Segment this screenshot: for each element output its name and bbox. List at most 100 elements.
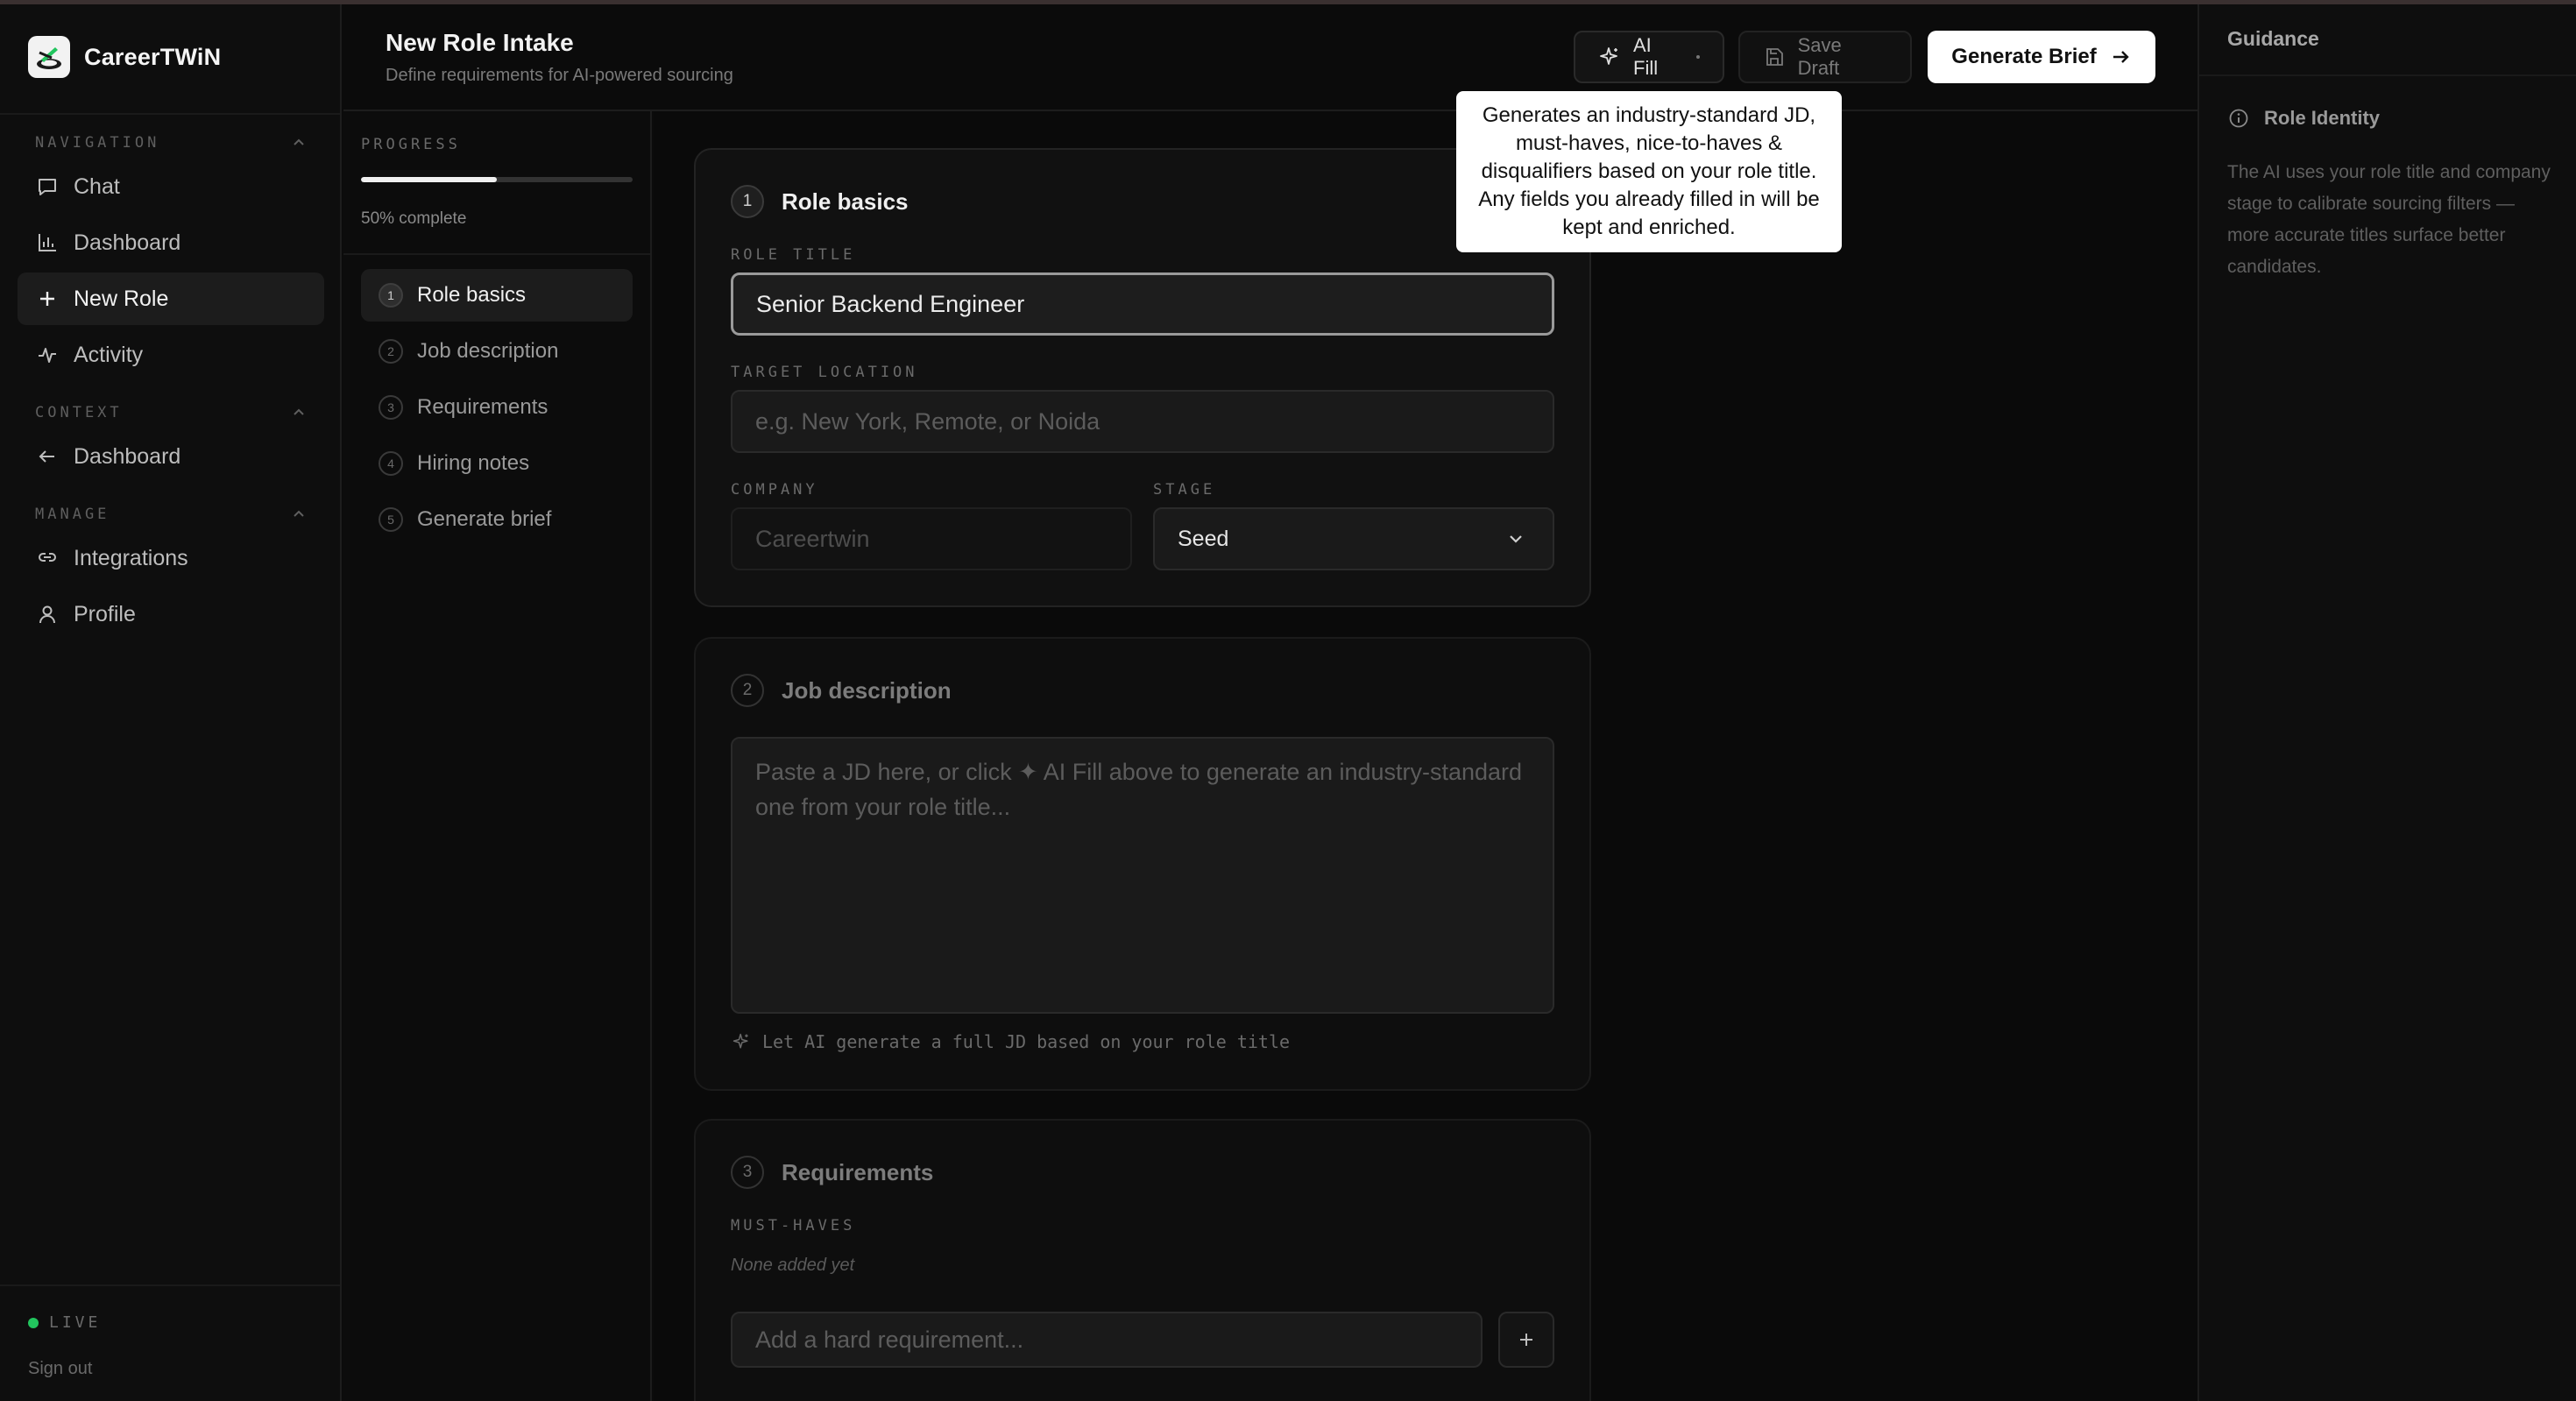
page-subtitle: Define requirements for AI-powered sourc… xyxy=(386,66,733,85)
card-header: 2 Job description xyxy=(731,674,952,707)
card-title: Job description xyxy=(782,676,952,704)
ai-fill-label: AI Fill xyxy=(1633,34,1659,79)
role-title-input[interactable]: Senior Backend Engineer xyxy=(731,272,1554,336)
step-job-description[interactable]: 2 Job description xyxy=(361,325,633,378)
add-requirement-input[interactable]: Add a hard requirement... xyxy=(731,1312,1483,1368)
page-title: New Role Intake xyxy=(386,29,574,56)
stage-selected-value: Seed xyxy=(1178,526,1229,551)
generate-brief-button[interactable]: Generate Brief xyxy=(1928,31,2155,83)
nav-item-context-dashboard[interactable]: Dashboard xyxy=(18,430,324,483)
link-icon xyxy=(35,546,60,570)
guidance-title: Guidance xyxy=(2227,27,2319,50)
nav-item-label: New Role xyxy=(74,286,169,311)
section-navigation-label: NAVIGATION xyxy=(35,134,160,152)
nav-item-chat[interactable]: Chat xyxy=(18,160,324,213)
nav-item-activity[interactable]: Activity xyxy=(18,329,324,381)
nav-item-label: Dashboard xyxy=(74,443,181,469)
save-floppy-icon xyxy=(1763,46,1786,68)
step-label: Role basics xyxy=(417,283,527,307)
chevron-down-icon xyxy=(1510,535,1522,543)
nav-item-label: Profile xyxy=(74,601,136,626)
sparkles-icon xyxy=(731,1031,752,1052)
save-draft-button[interactable]: Save Draft xyxy=(1738,31,1912,83)
guidance-heading-text: Role Identity xyxy=(2264,107,2381,129)
progress-text: 50% complete xyxy=(361,209,467,228)
plus-icon xyxy=(1520,1334,1532,1346)
sign-out-link[interactable]: Sign out xyxy=(28,1359,92,1379)
progress-steps-panel: PROGRESS 50% complete 1 Role basics 2 Jo… xyxy=(343,111,652,1401)
role-title-label: ROLE TITLE xyxy=(731,246,856,264)
nav-item-label: Dashboard xyxy=(74,230,181,255)
step-generate-brief[interactable]: 5 Generate brief xyxy=(361,493,633,546)
card-step-number: 2 xyxy=(731,674,764,707)
guidance-panel: Guidance Role Identity The AI uses your … xyxy=(2197,4,2576,1401)
company-label: COMPANY xyxy=(731,481,818,499)
brand[interactable]: CareerTWiN xyxy=(28,32,221,81)
chevron-up-icon xyxy=(294,138,304,145)
target-location-input[interactable]: e.g. New York, Remote, or Noida xyxy=(731,390,1554,453)
chat-bubble-icon xyxy=(35,174,60,199)
page-header: New Role Intake Define requirements for … xyxy=(343,4,2197,111)
nav-item-label: Chat xyxy=(74,173,120,199)
section-navigation-header[interactable]: NAVIGATION xyxy=(35,132,307,153)
chevron-up-icon xyxy=(294,408,304,415)
dropdown-dot-icon xyxy=(1696,55,1700,59)
nav-item-new-role[interactable]: New Role xyxy=(18,272,324,325)
card-title: Role basics xyxy=(782,188,909,215)
card-step-number: 1 xyxy=(731,185,764,218)
card-title: Requirements xyxy=(782,1158,934,1185)
requirements-card: 3 Requirements MUST-HAVES None added yet… xyxy=(694,1119,1591,1401)
step-hiring-notes[interactable]: 4 Hiring notes xyxy=(361,437,633,490)
divider xyxy=(343,253,650,255)
nav-item-profile[interactable]: Profile xyxy=(18,588,324,640)
section-context-header[interactable]: CONTEXT xyxy=(35,402,307,423)
ai-generate-hint[interactable]: Let AI generate a full JD based on your … xyxy=(731,1031,1290,1052)
progress-bar-fill xyxy=(361,177,497,182)
step-number: 3 xyxy=(379,395,403,420)
step-label: Generate brief xyxy=(417,507,552,531)
progress-label: PROGRESS xyxy=(361,136,461,153)
divider xyxy=(0,113,340,115)
plus-icon xyxy=(35,287,60,311)
nav-item-integrations[interactable]: Integrations xyxy=(18,532,324,584)
generate-brief-label: Generate Brief xyxy=(1951,45,2097,68)
nav-item-label: Integrations xyxy=(74,545,188,570)
company-input: Careertwin xyxy=(731,507,1132,570)
main-content: 1 Role basics ROLE TITLE Senior Backend … xyxy=(654,111,2197,1401)
section-manage-header[interactable]: MANAGE xyxy=(35,504,307,525)
step-requirements[interactable]: 3 Requirements xyxy=(361,381,633,434)
divider xyxy=(0,1284,340,1286)
arrow-left-icon xyxy=(35,444,60,469)
sidebar: CareerTWiN NAVIGATION Chat Dashboard New… xyxy=(0,4,342,1401)
bar-chart-icon xyxy=(35,230,60,255)
step-number: 5 xyxy=(379,507,403,532)
live-status-label: LIVE xyxy=(49,1313,102,1332)
card-header: 1 Role basics xyxy=(731,185,909,218)
step-label: Hiring notes xyxy=(417,451,530,475)
stage-label: STAGE xyxy=(1153,481,1216,499)
activity-pulse-icon xyxy=(35,343,60,367)
nav-item-label: Activity xyxy=(74,342,144,367)
progress-bar xyxy=(361,177,633,182)
user-icon xyxy=(35,602,60,626)
step-role-basics[interactable]: 1 Role basics xyxy=(361,269,633,322)
step-number: 4 xyxy=(379,451,403,476)
section-context-label: CONTEXT xyxy=(35,404,123,421)
step-number: 1 xyxy=(379,283,403,308)
step-label: Requirements xyxy=(417,395,548,419)
nav-item-dashboard[interactable]: Dashboard xyxy=(18,216,324,269)
must-haves-label: MUST-HAVES xyxy=(731,1217,856,1235)
card-step-number: 3 xyxy=(731,1156,764,1189)
ai-generate-hint-text: Let AI generate a full JD based on your … xyxy=(762,1031,1291,1052)
job-description-card: 2 Job description Paste a JD here, or cl… xyxy=(694,637,1591,1091)
job-description-textarea[interactable]: Paste a JD here, or click ✦ AI Fill abov… xyxy=(731,737,1554,1014)
ai-fill-button[interactable]: AI Fill xyxy=(1574,31,1724,83)
app-name: CareerTWiN xyxy=(84,43,222,70)
add-requirement-button[interactable] xyxy=(1498,1312,1554,1368)
card-header: 3 Requirements xyxy=(731,1156,933,1189)
guidance-body: The AI uses your role title and company … xyxy=(2227,162,2551,277)
ai-fill-tooltip: Generates an industry-standard JD, must-… xyxy=(1456,91,1842,252)
stage-select[interactable]: Seed xyxy=(1153,507,1554,570)
target-location-label: TARGET LOCATION xyxy=(731,364,918,381)
careertwin-logo-icon xyxy=(28,36,70,78)
